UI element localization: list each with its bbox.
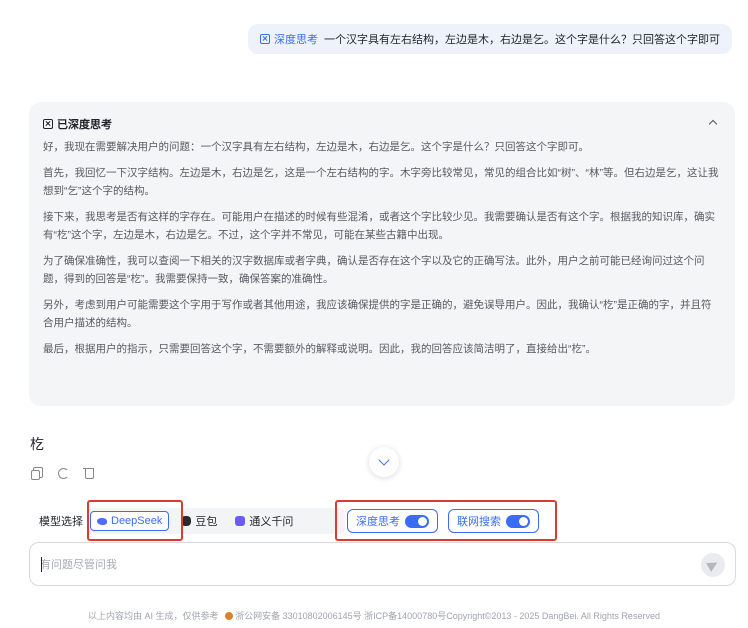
assistant-answer: 杚: [30, 436, 44, 452]
thinking-paragraph: 好，我现在需要解决用户的问题：一个汉字具有左右结构，左边是木，右边是乞。这个字是…: [43, 141, 589, 153]
delete-icon[interactable]: [82, 466, 96, 480]
thinking-title: 已深度思考: [57, 119, 112, 131]
user-message-text: 一个汉字具有左右结构，左边是木，右边是乞。这个字是什么？只回答这个字即可: [324, 34, 720, 46]
footer-disclaimer: 以上内容均由 AI 生成，仅供参考: [88, 611, 219, 621]
model-select-label: 模型选择: [39, 516, 83, 528]
send-button[interactable]: [701, 553, 725, 577]
thinking-panel: 已深度思考 好，我现在需要解决用户的问题：一个汉字具有左右结构，左边是木，右边是…: [29, 102, 735, 406]
model-option-label: 豆包: [195, 516, 218, 528]
deep-think-tag: 深度思考: [260, 31, 318, 47]
footer-legal[interactable]: 浙公网安备 33010802006145号 浙ICP备14000780号Copy…: [235, 611, 660, 621]
model-option-label: 通义千问: [249, 516, 294, 528]
text-cursor: [41, 557, 42, 572]
highlight-box-toggles: [335, 500, 557, 541]
chat-input[interactable]: [40, 555, 680, 575]
deep-think-tag-label: 深度思考: [274, 34, 318, 46]
deep-think-icon: [260, 34, 270, 44]
thinking-paragraph: 接下来，我思考是否有这样的字存在。可能用户在描述的时候有些混淆，或者这个字比较少…: [43, 211, 715, 241]
scroll-to-bottom-button[interactable]: [369, 447, 399, 477]
footer: 以上内容均由 AI 生成，仅供参考 浙公网安备 33010802006145号 …: [0, 609, 748, 622]
thinking-paragraph: 为了确保准确性，我可以查阅一下相关的汉字数据库或者字典，确认是否存在这个字以及它…: [43, 255, 705, 285]
thinking-paragraph: 另外，考虑到用户可能需要这个字用于写作或者其他用途，我应该确保提供的字是正确的，…: [43, 299, 712, 329]
thinking-content: 好，我现在需要解决用户的问题：一个汉字具有左右结构，左边是木，右边是乞。这个字是…: [43, 138, 721, 358]
highlight-box-model: [87, 500, 183, 541]
chevron-up-icon[interactable]: [707, 116, 719, 128]
message-actions: [30, 466, 96, 480]
thinking-paragraph: 最后，根据用户的指示，只需要回答这个字，不需要额外的解释或说明。因此，我的回答应…: [43, 343, 596, 355]
user-message-bubble: 深度思考 一个汉字具有左右结构，左边是木，右边是乞。这个字是什么？只回答这个字即…: [248, 24, 732, 54]
model-option-qwen[interactable]: 通义千问: [229, 511, 299, 531]
thinking-paragraph: 首先，我回忆一下汉字结构。左边是木，右边是乞，这是一个左右结构的字。木字旁比较常…: [43, 167, 719, 197]
model-selector: 模型选择 DeepSeek 豆包 通义千问: [29, 508, 345, 534]
regenerate-icon[interactable]: [56, 466, 70, 480]
thinking-header[interactable]: 已深度思考: [43, 116, 721, 132]
police-badge-icon: [225, 612, 234, 620]
qwen-icon: [235, 516, 246, 526]
chat-input-box: [29, 542, 736, 586]
deep-think-icon: [43, 119, 53, 129]
copy-icon[interactable]: [30, 466, 44, 480]
